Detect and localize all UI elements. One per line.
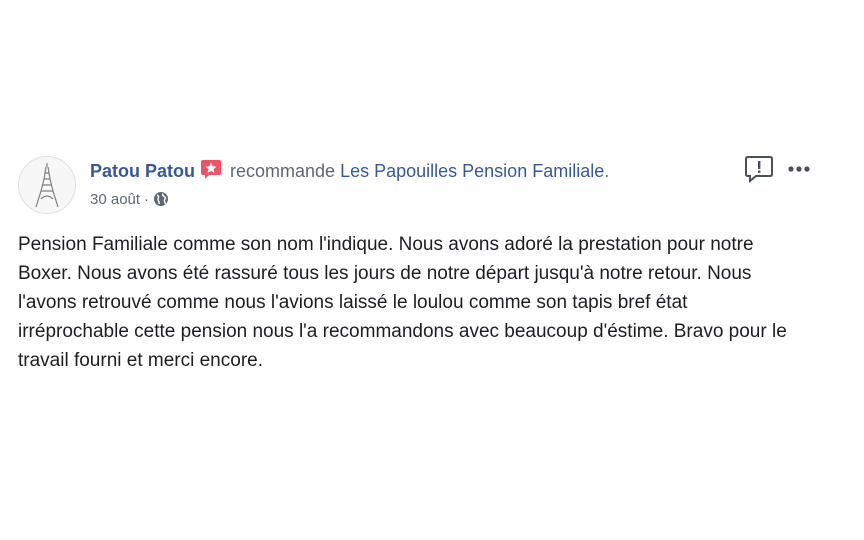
avatar[interactable] [18,156,76,214]
headline-period: . [604,161,610,181]
post-date-link[interactable]: 30 août [90,191,140,208]
recommendation-post: Patou Patou recommande Les Papouilles Pen… [18,150,818,375]
globe-icon[interactable] [153,191,169,207]
page-name-link[interactable]: Les Papouilles Pension Familiale [340,161,604,181]
report-speech-bubble-icon[interactable] [744,154,774,184]
recommendation-star-icon[interactable] [200,158,222,180]
eiffel-tower-icon [19,157,75,213]
recommends-verb: recommande [230,161,336,181]
post-body-text: Pension Familiale comme son nom l'indiqu… [18,234,787,371]
meta-separator: · [144,191,150,208]
post-header: Patou Patou recommande Les Papouilles Pen… [18,150,818,214]
more-options-icon[interactable] [784,154,814,184]
author-name-link[interactable]: Patou Patou [90,161,195,181]
post-meta: 30 août · [90,190,169,210]
post-headline: Patou Patou recommande Les Papouilles Pen… [90,158,609,184]
